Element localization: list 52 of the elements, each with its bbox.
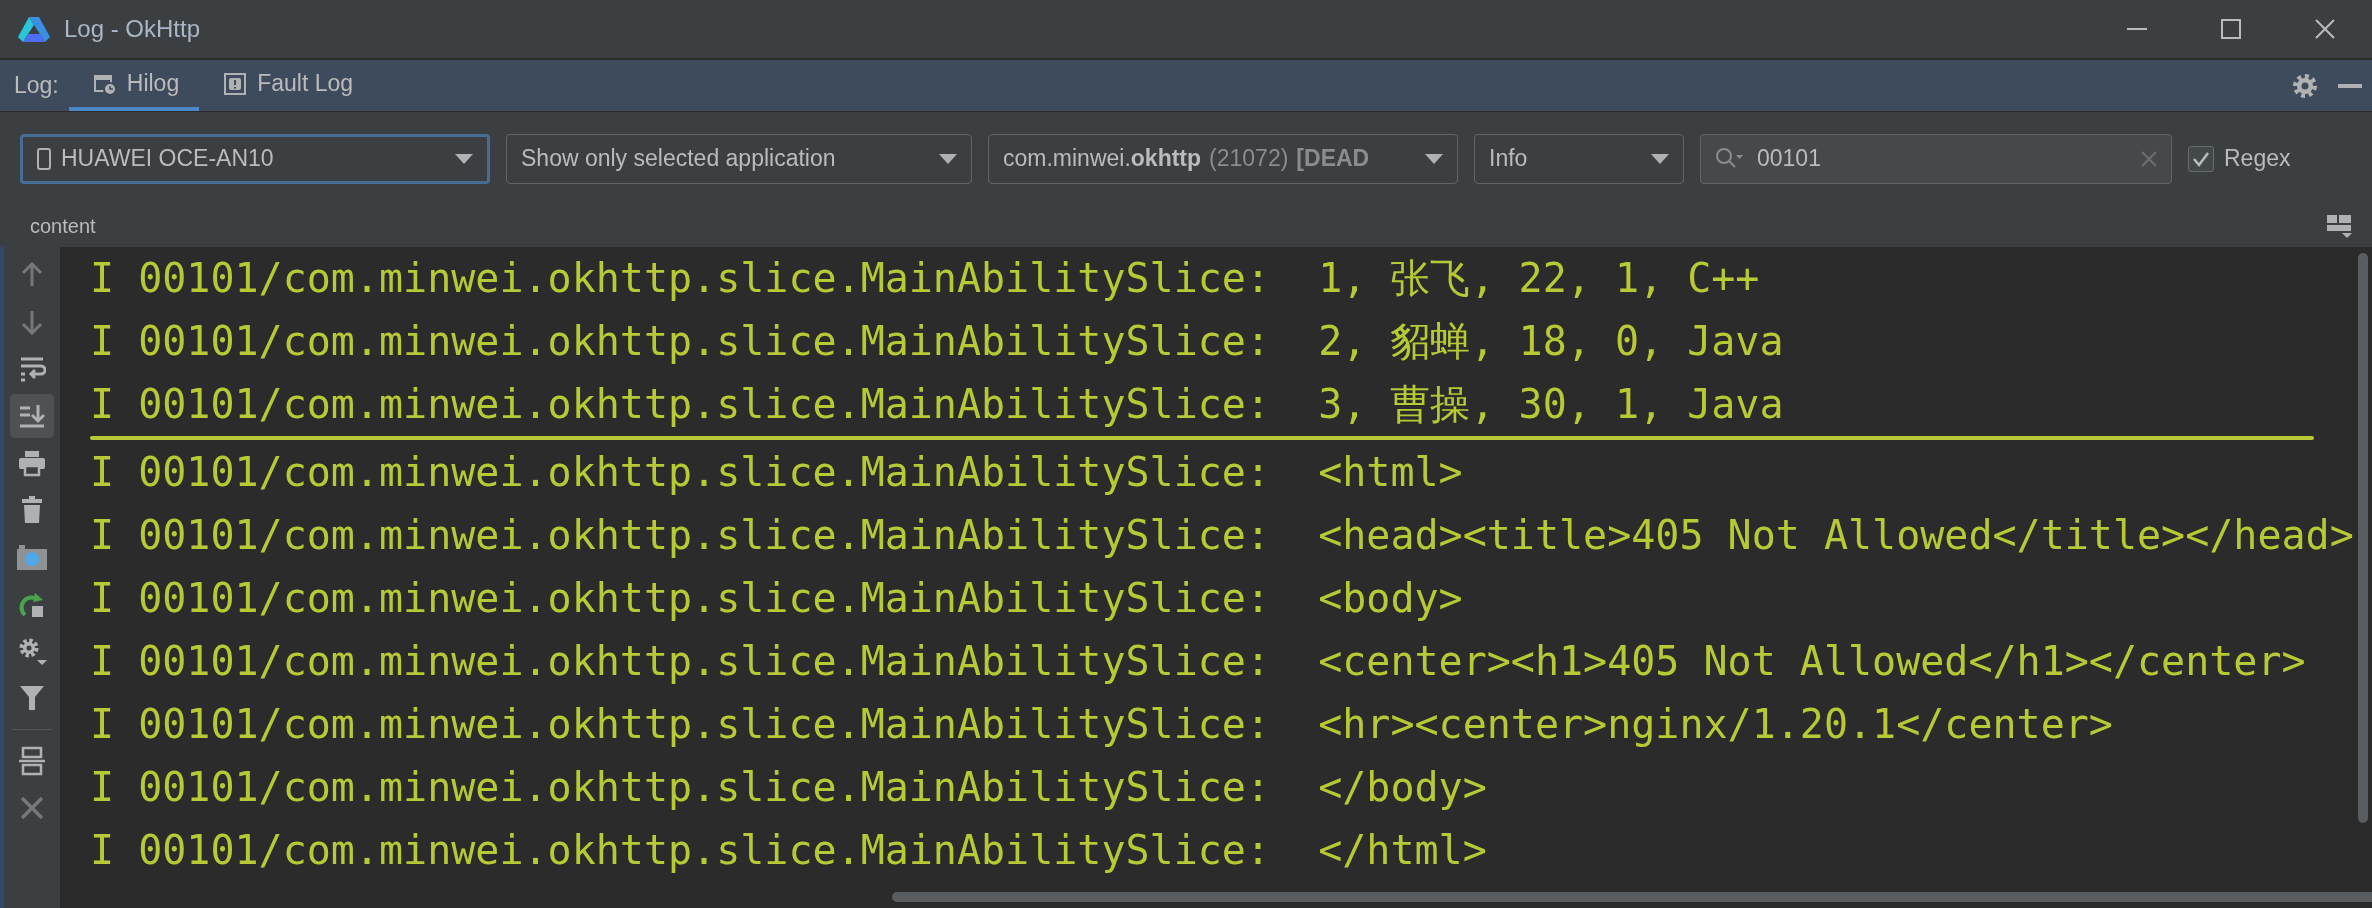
app-logo-icon xyxy=(18,15,50,43)
minimize-icon xyxy=(2127,28,2147,30)
log-line: I 00101/com.minwei.okhttp.slice.MainAbilitySlice: 2, 貂蝉, 18, 0, Java xyxy=(90,317,1785,366)
caret-icon xyxy=(1651,153,1669,164)
phone-icon xyxy=(37,147,51,170)
device-dropdown[interactable]: HUAWEI OCE-AN10 xyxy=(20,133,490,184)
log-line: I 00101/com.minwei.okhttp.slice.MainAbilitySlice: <head><title>405 Not Allowed</title></head> xyxy=(90,510,2355,560)
scope-dropdown[interactable]: Show only selected application xyxy=(506,133,972,184)
log-tab[interactable]: Fault Log xyxy=(199,60,374,111)
vertical-scrollbar[interactable] xyxy=(2358,253,2368,823)
log-line: I 00101/com.minwei.okhttp.slice.MainAbilitySlice: </html> xyxy=(90,825,1488,875)
log-line: I 00101/com.minwei.okhttp.slice.MainAbilitySlice: <hr><center>nginx/1.20.1</center> xyxy=(90,699,2114,749)
caret-icon xyxy=(455,153,473,164)
log-label: Log: xyxy=(14,72,59,99)
down-arrow-icon xyxy=(20,309,44,335)
log-line: I 00101/com.minwei.okhttp.slice.MainAbilitySlice: <html> xyxy=(90,447,1464,497)
horizontal-scrollbar[interactable] xyxy=(892,892,2372,902)
column-header: content xyxy=(30,214,97,238)
split-view-icon xyxy=(18,746,46,776)
printer-icon xyxy=(18,449,46,477)
level-dropdown[interactable]: Info xyxy=(1474,133,1684,184)
layout-icon[interactable] xyxy=(2326,213,2352,239)
search-box[interactable]: 00101 xyxy=(1700,133,2172,184)
minimize-icon xyxy=(2338,83,2362,88)
filter-icon xyxy=(19,684,45,712)
trash-icon xyxy=(20,496,44,524)
soft-wrap-icon xyxy=(18,355,46,383)
toolbar-button[interactable] xyxy=(10,394,54,438)
close-icon xyxy=(2315,19,2335,39)
close-icon xyxy=(20,796,44,820)
regex-label: Regex xyxy=(2224,145,2291,172)
window-title: Log - OkHttp xyxy=(64,15,202,43)
check-icon xyxy=(2192,150,2210,167)
maximize-icon xyxy=(2221,19,2241,39)
scroll-to-end-icon xyxy=(18,402,46,430)
caret-icon xyxy=(939,153,957,164)
process-dropdown[interactable]: com.minwei.okhttp (21072) [DEAD xyxy=(988,133,1458,184)
alert-document-icon xyxy=(223,71,248,96)
caret-icon xyxy=(1425,153,1443,164)
search-field[interactable]: 00101 xyxy=(1755,144,2131,173)
log-line: I 00101/com.minwei.okhttp.slice.MainAbilitySlice: <body> xyxy=(90,573,1464,623)
settings-icon xyxy=(2292,72,2318,99)
log-line: I 00101/com.minwei.okhttp.slice.MainAbilitySlice: 3, 曹操, 30, 1, Java xyxy=(90,380,1785,429)
settings-icon xyxy=(17,636,47,666)
up-arrow-icon xyxy=(20,262,44,288)
log-line: I 00101/com.minwei.okhttp.slice.MainAbilitySlice: </body> xyxy=(90,762,1488,812)
log-tab[interactable]: Hilog xyxy=(68,60,200,111)
log-line: I 00101/com.minwei.okhttp.slice.MainAbilitySlice: 1, 张飞, 22, 1, C++ xyxy=(90,254,1761,303)
camera-icon xyxy=(16,543,48,571)
log-line: I 00101/com.minwei.okhttp.slice.MainAbilitySlice: <center><h1>405 Not Allowed</h1></center> xyxy=(90,636,2307,686)
regex-checkbox[interactable] xyxy=(2188,145,2214,172)
clear-icon xyxy=(2141,150,2157,167)
